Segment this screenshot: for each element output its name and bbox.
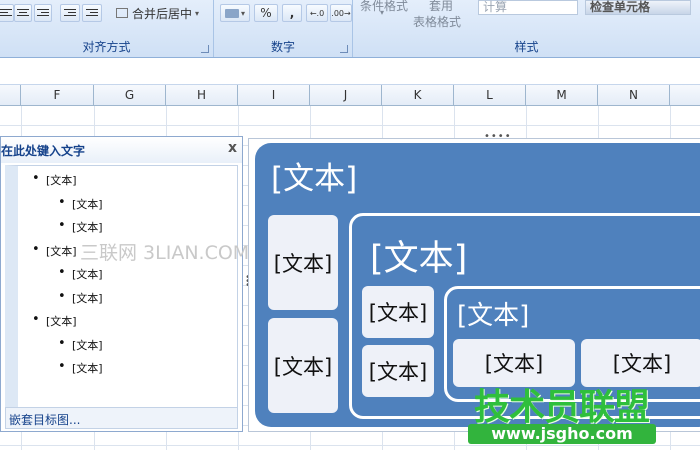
layout-name-link[interactable]: 嵌套目标图... <box>9 411 80 428</box>
column-header-e[interactable] <box>0 85 21 105</box>
text-pane-footer[interactable]: 嵌套目标图... <box>5 407 238 429</box>
ribbon: 合并后居中 ▾ 对齐方式 ▾ % , ←.0 .00→ 数字 条件格式 ▾ 套用… <box>0 0 700 58</box>
chevron-down-icon: ▾ <box>240 8 245 18</box>
column-header-row: F G H I J K L M N <box>0 85 700 106</box>
column-header-j[interactable]: J <box>310 85 382 105</box>
number-launcher-icon[interactable] <box>340 45 348 53</box>
number-group-label: 数字 <box>270 40 295 54</box>
middle-shape-label[interactable]: [文本] <box>370 230 467 281</box>
percent-icon: % <box>260 6 272 20</box>
column-header-m[interactable]: M <box>526 85 598 105</box>
style-calculation[interactable]: 计算 <box>478 0 578 15</box>
list-item[interactable]: [文本] <box>32 312 76 329</box>
align-center-icon <box>17 8 29 18</box>
align-left-icon <box>0 8 12 18</box>
chevron-down-icon: ▾ <box>195 8 200 18</box>
align-center-button[interactable] <box>14 4 32 22</box>
merge-center-label: 合并后居中 <box>132 6 193 21</box>
accounting-format-button[interactable]: ▾ <box>220 4 250 22</box>
alignment-launcher-icon[interactable] <box>201 45 209 53</box>
outer-shape-label[interactable]: [文本] <box>271 153 357 198</box>
column-header-k[interactable]: K <box>382 85 454 105</box>
inner-shape-label[interactable]: [文本] <box>457 295 529 332</box>
alignment-group: 合并后居中 ▾ 对齐方式 <box>0 0 214 57</box>
align-left-button[interactable] <box>0 4 14 22</box>
align-right-icon <box>37 8 49 18</box>
currency-icon <box>224 8 239 18</box>
decrease-indent-icon <box>64 8 76 18</box>
comma-style-button[interactable]: , <box>282 4 302 22</box>
jsgho-url-badge: www.jsgho.com <box>468 424 656 444</box>
close-icon[interactable]: x <box>228 140 237 156</box>
style-check-cell[interactable]: 检查单元格 <box>585 0 691 15</box>
list-item[interactable]: [文本] <box>58 359 102 376</box>
jishuyuan-logo: 技术员联盟 <box>474 387 650 428</box>
outer-box-1[interactable]: [文本] <box>268 215 338 310</box>
align-right-button[interactable] <box>34 4 52 22</box>
middle-box-2[interactable]: [文本] <box>362 345 434 397</box>
decrease-decimal-button[interactable]: .00→ <box>330 4 352 22</box>
comma-icon: , <box>289 6 295 20</box>
list-item[interactable]: [文本] <box>58 336 102 353</box>
number-group: ▾ % , ←.0 .00→ 数字 <box>214 0 353 57</box>
column-header-g[interactable]: G <box>94 85 166 105</box>
increase-indent-icon <box>86 8 98 18</box>
table-format-button[interactable]: 表格格式 <box>413 13 461 30</box>
column-header-n[interactable]: N <box>598 85 670 105</box>
merge-center-button[interactable]: 合并后居中 ▾ <box>112 4 208 22</box>
outer-box-2[interactable]: [文本] <box>268 318 338 413</box>
column-header-h[interactable]: H <box>166 85 238 105</box>
increase-indent-button[interactable] <box>82 4 102 22</box>
styles-group: 条件格式 ▾ 套用 表格格式 计算 检查单元格 样式 <box>353 0 700 57</box>
text-pane-header: 在此处键入文字 x <box>1 137 242 163</box>
column-header-l[interactable]: L <box>454 85 526 105</box>
decrease-decimal-icon: .00→ <box>331 8 351 18</box>
sanlian-watermark: 三联网 3LIAN.COM <box>80 242 250 264</box>
list-item[interactable]: [文本] <box>32 242 76 259</box>
text-pane-title: 在此处键入文字 <box>1 144 86 158</box>
chevron-down-icon: ▾ <box>380 8 385 17</box>
increase-decimal-button[interactable]: ←.0 <box>306 4 328 22</box>
merge-cells-icon <box>116 8 128 18</box>
percent-button[interactable]: % <box>254 4 278 22</box>
list-item[interactable]: [文本] <box>58 195 102 212</box>
decrease-indent-button[interactable] <box>60 4 80 22</box>
list-item[interactable]: [文本] <box>58 289 102 306</box>
list-item[interactable]: [文本] <box>58 218 102 235</box>
column-header-f[interactable]: F <box>21 85 94 105</box>
apply-label[interactable]: 套用 <box>429 0 453 14</box>
list-item[interactable]: [文本] <box>58 265 102 282</box>
smartart-text-pane: 在此处键入文字 x [文本] [文本] [文本] [文本] [文本] [文本] … <box>0 136 243 432</box>
text-pane-list[interactable]: [文本] [文本] [文本] [文本] [文本] [文本] [文本] [文本] … <box>5 165 238 410</box>
middle-box-1[interactable]: [文本] <box>362 286 434 338</box>
formula-bar[interactable] <box>0 58 700 85</box>
column-header-i[interactable]: I <box>238 85 310 105</box>
list-item[interactable]: [文本] <box>32 171 76 188</box>
increase-decimal-icon: ←.0 <box>309 8 325 18</box>
styles-group-label: 样式 <box>514 40 539 54</box>
alignment-group-label: 对齐方式 <box>82 40 131 54</box>
